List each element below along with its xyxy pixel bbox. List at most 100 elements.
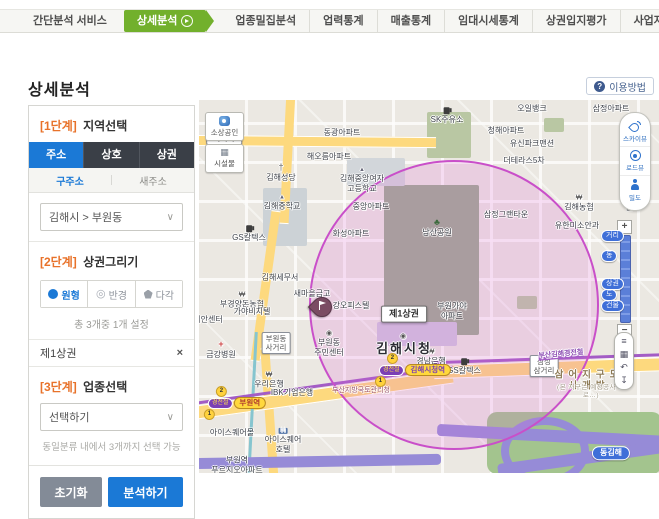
grid-tool-icon[interactable]: ▦ [620, 350, 629, 359]
download-tool-icon[interactable]: ↧ [620, 376, 628, 385]
analysis-panel: [1단계] 지역선택 주소 상호 상권 구주소 새주소 김해시 > 부원동 [2… [28, 105, 195, 519]
church-icon [278, 163, 283, 172]
trade-area-row[interactable]: 제1상권 [29, 339, 194, 366]
roadview-button[interactable]: 로드뷰 [620, 146, 650, 175]
facility-label: 시설물 [214, 158, 235, 169]
map-label: 부원동 사거리 [262, 332, 291, 354]
step3-header: [3단계] 업종선택 [29, 367, 194, 403]
industry-hint: 동일분류 내에서 3개까지 선택 가능 [29, 439, 194, 453]
map-label: 김해중학교 [264, 193, 301, 212]
map-label-layer: 제일교회 사거리동광아파트오일뱅크삼정아파트SK주유소해오름아파트청해아파트유신… [199, 100, 659, 473]
gov-icon [400, 327, 408, 340]
hotel-icon [279, 426, 287, 434]
region-tabs: 주소 상호 상권 [29, 142, 194, 168]
station-label: 2경전철부원역1 [208, 397, 266, 409]
nav-item-sales-stats[interactable]: 매출통계 [377, 10, 444, 32]
analyze-button[interactable]: 분석하기 [108, 477, 183, 507]
step1-badge: [1단계] [40, 119, 77, 133]
subtab-old-address[interactable]: 구주소 [29, 173, 111, 188]
step1-title: 지역선택 [83, 119, 127, 133]
skyview-icon [629, 121, 641, 132]
draw-radius-button[interactable]: 반경 [87, 281, 134, 307]
map-label: SK주유소 [431, 107, 464, 125]
nav-item-density-analysis[interactable]: 업종밀집분석 [222, 10, 309, 32]
region-select-value: 김해시 > 부원동 [49, 209, 122, 225]
chevron-down-icon [167, 412, 174, 423]
tab-trade-area[interactable]: 상권 [139, 142, 194, 168]
top-navigation: 간단분석 서비스 상세분석 업종밀집분석 업력통계 매출통계 임대시세통계 상권… [0, 9, 659, 33]
subtab-new-address[interactable]: 새주소 [112, 173, 194, 188]
map-label: 청해아파트 [488, 126, 525, 136]
draw-polygon-label: 다각 [156, 287, 174, 302]
gov-icon [326, 329, 332, 337]
tab-address[interactable]: 주소 [29, 142, 83, 168]
map-label: GS칼텍스 [232, 225, 266, 243]
map-label: 부원가야 아파트 [437, 301, 466, 320]
nav-item-business-age-stats[interactable]: 업력통계 [309, 10, 376, 32]
map-label: 오일뱅크 [517, 104, 546, 114]
bank-icon [239, 291, 246, 299]
map-label: 유한미소안과 [555, 221, 599, 231]
step2-title: 상권그리기 [83, 255, 138, 269]
density-button[interactable]: 밀도 [620, 175, 650, 205]
school-icon [279, 193, 285, 201]
step2-badge: [2단계] [40, 255, 77, 269]
help-button[interactable]: 이용방법 [586, 77, 654, 95]
tree-icon [434, 218, 440, 227]
map-label: 중앙아파트 [353, 202, 390, 212]
nav-item-label: 상세분석 [137, 10, 177, 32]
list-tool-icon[interactable]: ≡ [621, 337, 626, 346]
industry-select[interactable]: 선택하기 [40, 403, 183, 431]
area-count-text: 총 3개중 1개 설정 [29, 316, 194, 331]
step3-title: 업종선택 [83, 380, 127, 394]
map-right-controls: 스카이뷰 로드뷰 밀도 [619, 112, 651, 211]
draw-circle-button[interactable]: 원형 [41, 281, 87, 307]
reset-button[interactable]: 초기화 [40, 477, 102, 507]
region-select[interactable]: 김해시 > 부원동 [40, 203, 183, 231]
bank-icon [576, 194, 583, 202]
map-label: 동광아파트 [324, 128, 361, 138]
undo-tool-icon[interactable]: ↶ [620, 363, 628, 372]
flag-icon [319, 301, 320, 310]
tab-store-name[interactable]: 상호 [83, 142, 138, 168]
step2-header: [2단계] 상권그리기 [29, 242, 194, 278]
map-label: 강오피스텔 [333, 301, 370, 311]
map-label: 제1상권 [381, 306, 427, 323]
page-title: 상세분석 [28, 76, 91, 100]
small-business-layer-button[interactable]: 소상공인 [205, 112, 244, 141]
question-icon [594, 81, 605, 92]
draw-polygon-button[interactable]: 다각 [135, 281, 182, 307]
area-marker-pin[interactable] [311, 296, 333, 324]
page: 간단분석 서비스 상세분석 업종밀집분석 업력통계 매출통계 임대시세통계 상권… [0, 0, 659, 473]
circle-shape-icon [48, 289, 58, 299]
layer-chip[interactable]: 동 [601, 250, 617, 262]
layer-chip[interactable]: 건물 [601, 300, 624, 312]
nav-item-simple-analysis[interactable]: 간단분석 서비스 [20, 10, 120, 32]
map-label: GS칼텍스 [447, 358, 481, 376]
map-label: 김해농협 [564, 194, 593, 213]
map-label: IBK기업은행 [271, 388, 313, 398]
skyview-button[interactable]: 스카이뷰 [620, 118, 650, 146]
nav-item-detail-analysis[interactable]: 상세분석 [124, 10, 206, 32]
active-arrow-icon [181, 15, 193, 27]
nav-item-location-rating[interactable]: 상권입지평가 [532, 10, 620, 32]
small-business-label: 소상공인 [211, 127, 239, 138]
layer-chip[interactable]: 거리 [601, 230, 624, 242]
map-label: 김해세무서 [262, 273, 299, 283]
polygon-shape-icon [144, 290, 153, 299]
sbiz-logo-icon [219, 116, 230, 126]
map-label: 유신파크맨션 [510, 139, 554, 149]
map-label: (본 지구는 예정공사 도로…) [557, 384, 625, 400]
facility-layer-button[interactable]: 시설물 [205, 144, 244, 173]
roadview-icon [630, 150, 641, 161]
map-canvas[interactable]: 제일교회 사거리동광아파트오일뱅크삼정아파트SK주유소해오름아파트청해아파트유신… [199, 100, 659, 473]
bank-icon [266, 371, 273, 379]
fuel-icon [461, 358, 467, 365]
draw-circle-label: 원형 [61, 287, 79, 302]
industry-select-value: 선택하기 [49, 409, 89, 425]
delete-area-icon[interactable] [177, 347, 183, 359]
nav-item-rent-stats[interactable]: 임대시세통계 [444, 10, 532, 32]
nav-item-management-rating[interactable]: 사업자경영평가 [620, 10, 659, 32]
map-label: 치안센터 [199, 315, 223, 325]
density-icon [630, 179, 640, 191]
